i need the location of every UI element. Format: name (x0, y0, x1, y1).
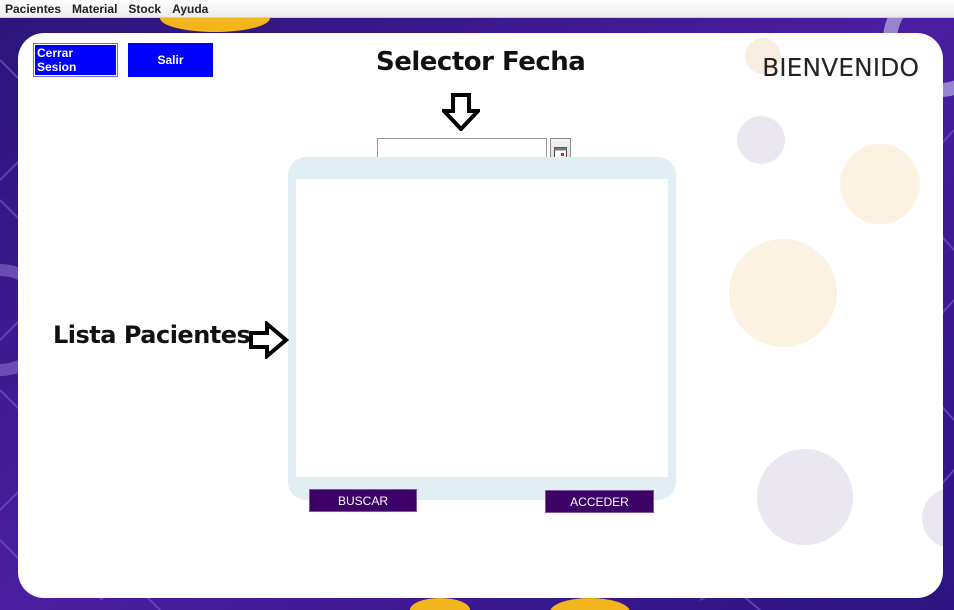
decor-circle (729, 239, 837, 347)
date-selector-title: Selector Fecha (376, 47, 586, 77)
decor-circle (922, 488, 943, 548)
logout-button[interactable]: Cerrar Sesion (33, 43, 118, 77)
exit-button[interactable]: Salir (128, 43, 213, 77)
logout-button-label: Cerrar Sesion (34, 44, 117, 76)
right-arrow-icon (249, 321, 289, 359)
menu-pacientes[interactable]: Pacientes (0, 2, 67, 16)
decor-circle (840, 144, 920, 224)
down-arrow-icon (442, 93, 480, 131)
menu-material[interactable]: Material (67, 2, 123, 16)
main-panel: Cerrar Sesion Salir Selector Fecha BIENV… (18, 33, 943, 598)
decor-circle (757, 449, 853, 545)
patient-list[interactable] (296, 179, 668, 477)
decor-circle (737, 116, 785, 164)
patient-list-label: Lista Pacientes (53, 321, 251, 349)
patient-list-frame (288, 157, 676, 500)
menu-stock[interactable]: Stock (123, 2, 167, 16)
menu-bar: Pacientes Material Stock Ayuda (0, 0, 954, 18)
calendar-icon (554, 146, 567, 158)
welcome-text: BIENVENIDO (762, 53, 919, 82)
access-button[interactable]: ACCEDER (545, 490, 654, 513)
search-button[interactable]: BUSCAR (309, 489, 417, 512)
menu-ayuda[interactable]: Ayuda (167, 2, 214, 16)
